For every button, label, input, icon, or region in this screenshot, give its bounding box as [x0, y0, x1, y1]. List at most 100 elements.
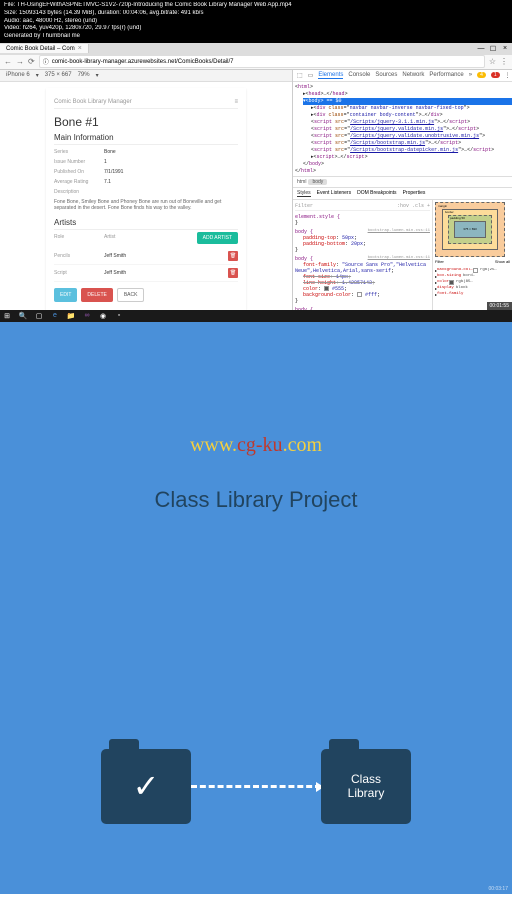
- reload-icon[interactable]: ⟳: [28, 57, 35, 66]
- tab-performance[interactable]: Performance: [429, 72, 463, 78]
- tab-sources[interactable]: Sources: [375, 72, 397, 78]
- artist-role: Pencils: [54, 253, 104, 259]
- section-main-info: Main Information: [54, 133, 238, 145]
- edit-button[interactable]: EDIT: [54, 288, 77, 302]
- chevron-down-icon[interactable]: ▾: [96, 72, 99, 79]
- error-badge[interactable]: 1: [491, 72, 500, 78]
- menu-icon[interactable]: ≡: [234, 99, 238, 105]
- styles-panel[interactable]: Filter :hov .cls + element.style { } boo…: [293, 200, 432, 310]
- computed-filter[interactable]: Filter: [435, 259, 444, 264]
- tab-styles[interactable]: Styles: [297, 190, 311, 197]
- value-series: Bone: [104, 149, 116, 155]
- folder-checked: ✓: [101, 749, 191, 824]
- explorer-icon[interactable]: 📁: [66, 311, 76, 321]
- chevron-down-icon[interactable]: ▾: [36, 72, 39, 79]
- page-view: iPhone 6 ▾ 375 × 667 79% ▾ Comic Book Li…: [0, 70, 292, 310]
- star-icon[interactable]: ☆: [489, 57, 496, 66]
- device-dims: 375 × 667: [45, 72, 72, 78]
- tab-title: Comic Book Detail – Com: [6, 46, 75, 52]
- devtools-toolbar: ⬚ ▭ Elements Console Sources Network Per…: [293, 70, 512, 82]
- forward-icon[interactable]: →: [16, 57, 24, 66]
- window-controls: — ☐ ×: [476, 45, 512, 53]
- vs-icon[interactable]: ∞: [82, 311, 92, 321]
- tab-properties[interactable]: Properties: [403, 190, 426, 197]
- device-toolbar: iPhone 6 ▾ 375 × 667 79% ▾: [0, 70, 292, 82]
- artist-name: Jeff Smith: [104, 270, 228, 276]
- page-title: Bone #1: [54, 115, 238, 129]
- more-tabs-icon[interactable]: »: [469, 72, 472, 78]
- browser-tab[interactable]: Comic Book Detail – Com ×: [0, 44, 89, 53]
- page-canvas: Comic Book Library Manager ≡ Bone #1 Mai…: [0, 82, 292, 310]
- delete-artist-button[interactable]: 🗑: [228, 251, 238, 261]
- section-artists: Artists: [54, 218, 238, 230]
- inspect-icon[interactable]: ⬚: [297, 72, 303, 79]
- warning-badge[interactable]: 4: [477, 72, 486, 78]
- device-mode-icon[interactable]: ▭: [308, 72, 314, 79]
- file-size: Size: 15093143 bytes (14.39 MiB), durati…: [4, 10, 508, 18]
- file-audio: Audio: aac, 48000 Hz, stereo (und): [4, 18, 508, 26]
- tab-event-listeners[interactable]: Event Listeners: [317, 190, 351, 197]
- artist-row: Script Jeff Smith 🗑: [54, 265, 238, 282]
- browser-chrome: Comic Book Detail – Com × — ☐ × ← → ⟳ ⓘ …: [0, 43, 512, 70]
- start-icon[interactable]: ⊞: [2, 311, 12, 321]
- page-header: Comic Book Library Manager ≡: [54, 96, 238, 109]
- file-name: File: TH-UsingEFWithASPNETMVC-S1V2-720p-…: [4, 2, 508, 10]
- label-series: Series: [54, 149, 104, 155]
- app-icon[interactable]: ▫: [114, 311, 124, 321]
- breadcrumb-html[interactable]: html: [297, 179, 306, 185]
- styles-tabs: Styles Event Listeners DOM Breakpoints P…: [293, 188, 512, 200]
- tab-elements[interactable]: Elements: [318, 72, 343, 79]
- info-row: Description: [54, 187, 238, 197]
- filter-input[interactable]: Filter: [295, 203, 313, 209]
- device-select[interactable]: iPhone 6: [6, 72, 30, 78]
- label-rating: Average Rating: [54, 179, 104, 185]
- add-artist-button[interactable]: ADD ARTIST: [197, 232, 238, 244]
- label-published: Published On: [54, 169, 104, 175]
- artist-role: Script: [54, 270, 104, 276]
- info-icon[interactable]: ⓘ: [43, 57, 49, 66]
- chrome-icon[interactable]: ◉: [98, 311, 108, 321]
- computed-list[interactable]: ▸background-col…rgb(25… ▸box-sizingbord……: [435, 268, 510, 298]
- maximize-icon[interactable]: ☐: [488, 45, 498, 53]
- edge-icon[interactable]: e: [50, 311, 60, 321]
- url-text: comic-book-library-manager.azurewebsites…: [52, 59, 234, 65]
- delete-artist-button[interactable]: 🗑: [228, 268, 238, 278]
- cls-toggle[interactable]: .cls: [412, 203, 424, 209]
- show-all-toggle[interactable]: Show all: [495, 259, 510, 264]
- folder-label: Class Library: [348, 772, 385, 801]
- button-row: EDIT DELETE BACK: [54, 288, 238, 302]
- box-model[interactable]: 375 × 693: [435, 202, 505, 257]
- tab-network[interactable]: Network: [402, 72, 424, 78]
- taskview-icon[interactable]: ▢: [34, 311, 44, 321]
- minimize-icon[interactable]: —: [476, 45, 486, 53]
- label-description: Description: [54, 189, 104, 195]
- dom-tree[interactable]: <html> ▸<head>…</head> ▾<body> == $0 ▸<d…: [293, 82, 512, 176]
- search-icon[interactable]: 🔍: [18, 311, 28, 321]
- close-icon[interactable]: ×: [78, 45, 82, 52]
- breadcrumb-body[interactable]: body: [308, 179, 327, 185]
- slide-class-library: www.cg-ku.com Class Library Project ✓ Cl…: [0, 322, 512, 894]
- tab-dom-breakpoints[interactable]: DOM Breakpoints: [357, 190, 396, 197]
- hov-toggle[interactable]: :hov: [397, 203, 409, 209]
- delete-button[interactable]: DELETE: [81, 288, 112, 302]
- devtools-more-icon[interactable]: ⋮: [505, 72, 511, 79]
- back-button[interactable]: BACK: [117, 288, 145, 302]
- tab-console[interactable]: Console: [348, 72, 370, 78]
- info-row: Average Rating7.1: [54, 177, 238, 187]
- close-window-icon[interactable]: ×: [500, 45, 510, 53]
- more-icon[interactable]: ⋮: [500, 57, 508, 66]
- slide-title: Class Library Project: [0, 487, 512, 513]
- device-zoom[interactable]: 79%: [78, 72, 90, 78]
- taskbar: 00:01:55 ⊞ 🔍 ▢ e 📁 ∞ ◉ ▫: [0, 310, 512, 322]
- address-bar: ← → ⟳ ⓘ comic-book-library-manager.azure…: [0, 55, 512, 69]
- url-input[interactable]: ⓘ comic-book-library-manager.azurewebsit…: [39, 55, 485, 68]
- header-artist: Artist: [104, 234, 115, 240]
- back-icon[interactable]: ←: [4, 57, 12, 66]
- box-content-dims: 375 × 693: [454, 221, 486, 238]
- value-rating: 7.1: [104, 179, 111, 185]
- info-row: SeriesBone: [54, 147, 238, 157]
- video-timestamp: 00:03:17: [489, 886, 508, 892]
- value-issue: 1: [104, 159, 107, 165]
- styles-bottom: Filter :hov .cls + element.style { } boo…: [293, 200, 512, 310]
- file-video: Video: h264, yuv420p, 1280x720, 29.97 fp…: [4, 25, 508, 33]
